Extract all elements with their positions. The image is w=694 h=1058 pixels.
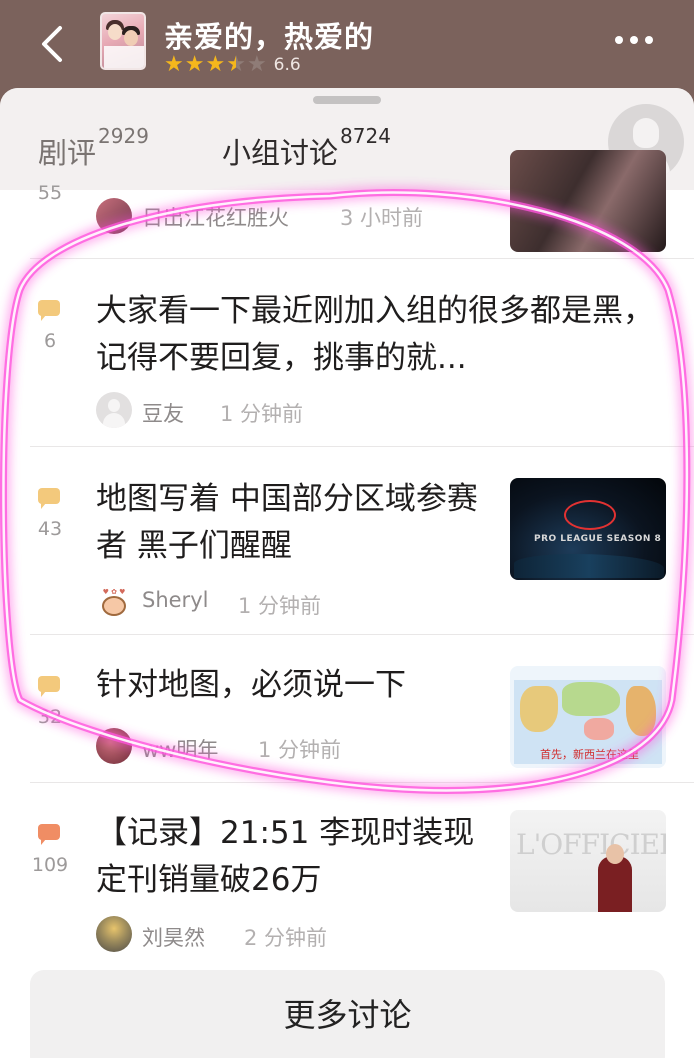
divider — [30, 782, 694, 783]
post-title[interactable]: 【记录】21:51 李现时装现定刊销量破26万 — [96, 810, 501, 904]
divider — [30, 634, 694, 635]
post-thumbnail[interactable]: 首先，新西兰在这里 — [510, 666, 666, 768]
post-thumbnail[interactable]: L'OFFICIEL — [510, 810, 666, 912]
comment-count: 6 — [43, 330, 57, 352]
list-item[interactable]: 6 大家看一下最近刚加入组的很多都是黑，记得不要回复，挑事的就... 豆友 1 … — [0, 260, 694, 446]
avatar[interactable] — [96, 728, 132, 764]
post-time: 1 分钟前 — [220, 402, 304, 426]
post-thumbnail[interactable]: PRO LEAGUE SEASON 8 — [510, 478, 666, 580]
more-discussions-button[interactable]: 更多讨论 — [30, 970, 665, 1058]
rating-stars: ★ ★ ★ ★ ★ 6.6 — [164, 54, 301, 76]
comment-count: 32 — [37, 706, 63, 728]
post-title[interactable]: 大家看一下最近刚加入组的很多都是黑，记得不要回复，挑事的就... — [96, 288, 666, 382]
star-full-icon: ★ — [184, 52, 205, 77]
post-time: 1 分钟前 — [258, 738, 342, 762]
list-item[interactable]: 109 【记录】21:51 李现时装现定刊销量破26万 刘昊然 2 分钟前 L'… — [0, 784, 694, 970]
author-name[interactable]: 豆友 — [142, 398, 184, 428]
list-item[interactable]: 32 针对地图，必须说一下 ww明年 1 分钟前 首先，新西兰在这里 — [0, 636, 694, 782]
divider — [30, 258, 694, 259]
thumbnail-text: 首先，新西兰在这里 — [540, 748, 639, 761]
avatar[interactable] — [96, 392, 132, 428]
author-name[interactable]: Sheryl — [142, 588, 208, 612]
author-name[interactable]: 刘昊然 — [142, 922, 205, 952]
star-full-icon: ★ — [164, 52, 184, 77]
rating-value: 6.6 — [273, 55, 301, 75]
divider — [30, 446, 694, 447]
comment-icon — [38, 488, 60, 509]
discussion-sheet: 剧评 2929 小组讨论 8724 55 日出江花红胜火 3 小时前 6 大家看一下… — [0, 88, 694, 1058]
star-empty-icon: ★ — [246, 52, 267, 77]
avatar[interactable] — [96, 916, 132, 952]
drama-poster[interactable] — [100, 12, 146, 70]
comment-count: 55 — [37, 182, 63, 204]
post-title[interactable]: 地图写着 中国部分区域参赛者 黑子们醒醒 — [96, 476, 491, 570]
more-options-button[interactable] — [606, 30, 662, 50]
top-bar: 亲爱的，热爱的 ★ ★ ★ ★ ★ 6.6 — [0, 0, 694, 100]
list-item[interactable]: 55 日出江花红胜火 3 小时前 — [0, 150, 694, 260]
post-time: 3 小时前 — [340, 206, 424, 230]
avatar[interactable] — [96, 198, 132, 234]
more-dots-icon — [615, 36, 623, 44]
back-button[interactable] — [34, 22, 74, 66]
comment-icon — [38, 824, 60, 845]
comment-count: 43 — [37, 518, 63, 540]
author-name[interactable]: ww明年 — [142, 734, 218, 764]
star-full-icon: ★ — [205, 52, 226, 77]
list-item[interactable]: 43 地图写着 中国部分区域参赛者 黑子们醒醒 ♥ ✿ ♥ Sheryl 1 分… — [0, 448, 694, 634]
drag-handle[interactable] — [313, 96, 381, 104]
post-time: 1 分钟前 — [238, 594, 322, 618]
thumbnail-text: L'OFFICIEL — [516, 828, 666, 861]
post-title[interactable]: 针对地图，必须说一下 — [96, 662, 491, 709]
post-list: 55 日出江花红胜火 3 小时前 6 大家看一下最近刚加入组的很多都是黑，记得不… — [0, 150, 694, 1058]
post-time: 2 分钟前 — [244, 926, 328, 950]
comment-count: 109 — [31, 854, 69, 876]
drama-title[interactable]: 亲爱的，热爱的 — [164, 14, 374, 56]
author-name[interactable]: 日出江花红胜火 — [142, 202, 289, 232]
star-half-icon: ★ — [226, 52, 246, 77]
post-thumbnail[interactable] — [510, 150, 666, 252]
thumbnail-text: PRO LEAGUE SEASON 8 — [534, 534, 662, 544]
comment-icon — [38, 300, 60, 321]
avatar[interactable]: ♥ ✿ ♥ — [96, 586, 132, 622]
comment-icon — [38, 676, 60, 697]
chevron-left-icon — [42, 26, 62, 62]
